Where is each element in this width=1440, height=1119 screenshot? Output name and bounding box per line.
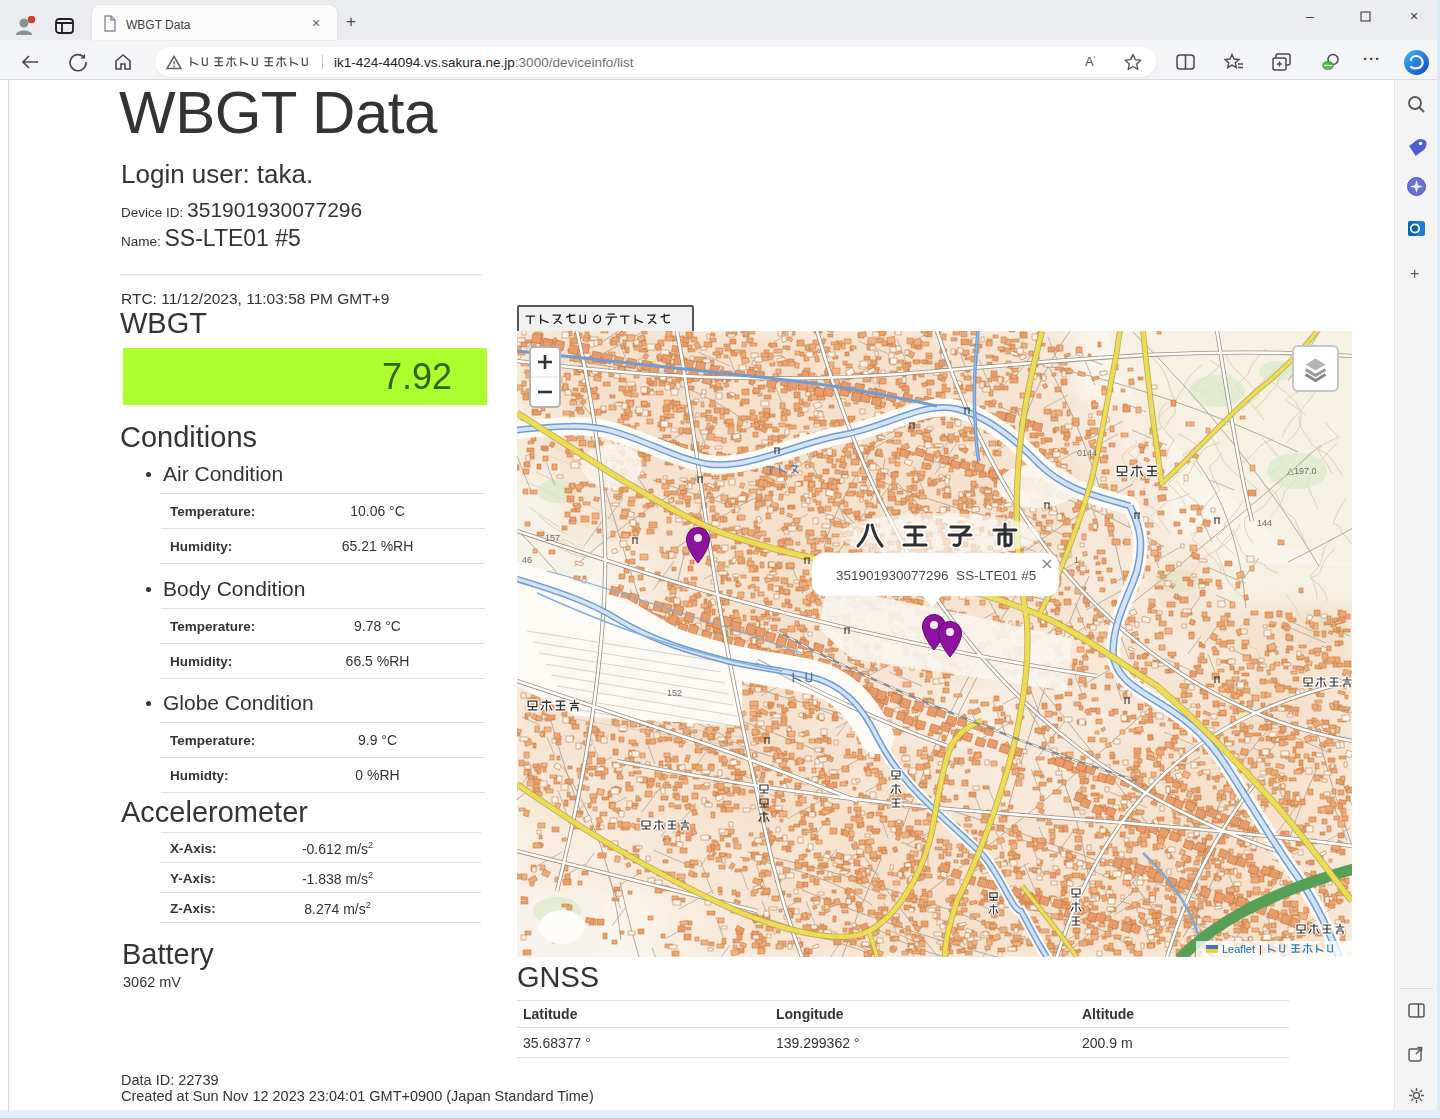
svg-text:157: 157 (545, 533, 560, 543)
svg-text:144: 144 (1257, 518, 1272, 528)
svg-text:△197.0: △197.0 (1287, 466, 1316, 476)
svg-text:152: 152 (667, 688, 682, 698)
svg-text:0144: 0144 (1077, 448, 1097, 458)
